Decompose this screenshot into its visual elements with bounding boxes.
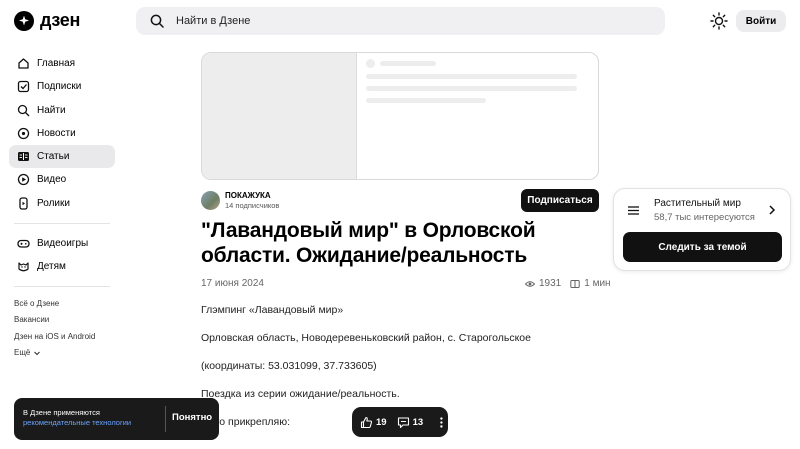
video-icon (17, 174, 30, 186)
topic-card: Растительный мир 58,7 тыс интересуются С… (613, 188, 791, 271)
articles-icon (18, 152, 29, 162)
sidebar-item-label: Видеоигры (37, 237, 89, 249)
comments-count: 13 (412, 416, 424, 428)
footer-link-jobs[interactable]: Вакансии (9, 312, 115, 329)
article-paragraph: Орловская область, Новодеревеньковский р… (201, 332, 531, 344)
article-paragraph: Поездка из серии ожидание/реальность. (201, 388, 400, 400)
thumbs-up-icon (360, 416, 373, 428)
kids-icon (18, 262, 29, 272)
likes-count: 19 (376, 416, 387, 428)
article-stats: 1931 1 мин (525, 278, 611, 289)
article-title: "Лавандовый мир" в Орловской области. Ож… (201, 219, 536, 267)
sidebar-item-label: Найти (37, 104, 66, 116)
book-icon (570, 279, 580, 288)
cookie-accept-button[interactable]: Понятно (172, 412, 212, 423)
topic-followers: 58,7 тыс интересуются (654, 212, 755, 223)
logo-text: дзен (40, 10, 81, 30)
footer-link-about[interactable]: Всё о Дзене (9, 295, 115, 312)
more-vertical-icon[interactable] (435, 416, 448, 429)
avatar (201, 191, 220, 210)
recommendation-tech-link[interactable]: рекомендательные технологии (23, 418, 131, 428)
read-time: 1 мин (584, 278, 611, 289)
search-input[interactable]: Найти в Дзене (136, 7, 665, 35)
sidebar-item-label: Подписки (37, 81, 82, 93)
more-label: Ещё (14, 348, 31, 358)
cover-image-placeholder (202, 53, 357, 179)
sidebar: Главная Подписки Найти Новости Статьи Ви… (9, 52, 115, 361)
article-paragraph: (координаты: 53.031099, 37.733605) (201, 360, 377, 372)
sidebar-item-label: Новости (37, 127, 76, 139)
article-paragraph: Глэмпинг «Лавандовый мир» (201, 304, 344, 316)
cookie-message: В Дзене применяются (23, 408, 100, 417)
chevron-down-icon (34, 351, 41, 356)
sidebar-item-video[interactable]: Видео (9, 168, 115, 191)
sidebar-divider (14, 286, 110, 288)
subscriptions-icon (17, 81, 30, 93)
shorts-icon (19, 197, 28, 210)
skeleton-line (366, 98, 486, 103)
comments-button[interactable]: 13 (397, 416, 424, 429)
sidebar-item-label: Ролики (37, 197, 70, 209)
sidebar-item-shorts[interactable]: Ролики (9, 192, 115, 215)
home-icon (18, 58, 29, 69)
dzen-logo[interactable]: дзен (14, 10, 80, 31)
footer-link-apps[interactable]: Дзен на iOS и Android (9, 328, 115, 345)
article-cover[interactable] (201, 52, 599, 180)
sun-icon[interactable] (710, 12, 728, 30)
chevron-right-icon[interactable] (768, 205, 776, 215)
author-block[interactable]: ПОКАЖУКА 14 подписчиков (201, 191, 279, 210)
comment-icon (397, 416, 409, 428)
skeleton-line (366, 86, 577, 91)
sidebar-item-subscriptions[interactable]: Подписки (9, 75, 115, 98)
article-action-bar: 19 13 (352, 407, 448, 437)
gamepad-icon (17, 239, 30, 248)
sidebar-item-label: Видео (37, 174, 67, 186)
eye-icon (525, 280, 535, 287)
article-date: 17 июня 2024 (201, 278, 264, 289)
cookie-banner: В Дзене применяются рекомендательные тех… (14, 398, 219, 440)
search-icon (150, 14, 164, 28)
sidebar-item-search[interactable]: Найти (9, 99, 115, 122)
skeleton-line (366, 74, 577, 79)
sidebar-item-articles[interactable]: Статьи (9, 145, 115, 169)
subscribe-button[interactable]: Подписаться (521, 189, 599, 212)
cookie-text: В Дзене применяются рекомендательные тех… (23, 408, 131, 428)
search-icon (17, 104, 30, 117)
skeleton-dot (366, 59, 375, 68)
author-name: ПОКАЖУКА (225, 191, 271, 200)
sidebar-item-label: Статьи (37, 151, 70, 163)
search-placeholder: Найти в Дзене (176, 15, 251, 27)
author-subscribers: 14 подписчиков (225, 201, 280, 210)
views-count: 1931 (539, 278, 562, 289)
sidebar-item-videogames[interactable]: Видеоигры (9, 232, 115, 255)
topic-name[interactable]: Растительный мир (654, 198, 741, 209)
news-icon (17, 127, 30, 140)
sidebar-divider (14, 222, 110, 224)
cookie-divider (165, 406, 166, 432)
login-button[interactable]: Войти (736, 10, 786, 32)
dzen-logo-icon (14, 10, 34, 31)
sidebar-item-label: Главная (37, 58, 76, 69)
sidebar-item-home[interactable]: Главная (9, 52, 115, 75)
footer-link-more[interactable]: Ещё (9, 345, 115, 362)
like-button[interactable]: 19 (360, 416, 387, 429)
skeleton-line (380, 61, 436, 66)
menu-icon (628, 206, 639, 215)
follow-topic-button[interactable]: Следить за темой (623, 232, 782, 262)
sidebar-item-label: Детям (37, 261, 66, 273)
sidebar-item-news[interactable]: Новости (9, 122, 115, 145)
sidebar-item-kids[interactable]: Детям (9, 255, 115, 278)
